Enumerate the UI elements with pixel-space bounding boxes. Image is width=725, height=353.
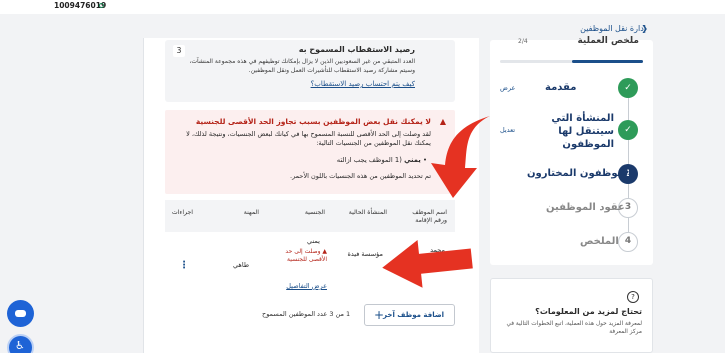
quota-number-badge: 3	[173, 45, 185, 57]
status-dot-icon	[99, 3, 104, 8]
employee-count-text: 1 من 3 عدد الموظفين المسموح	[262, 310, 351, 318]
progress-title: ملخص العملية	[577, 36, 639, 46]
cell-nationality-error: ▲ وصلت إلى حد الأقصى للجنسية	[285, 248, 327, 264]
step-connector	[628, 218, 629, 232]
col-header-establishment: المنشأة الحالية	[348, 209, 387, 216]
question-icon: ?	[627, 291, 639, 303]
quota-title: رصيد الاستقطاب المسموح به	[298, 45, 415, 54]
add-employee-label: اضافة موظف آخر	[383, 311, 444, 319]
step-1-check-icon: ✓	[618, 78, 638, 98]
step-5-number: 4	[618, 232, 638, 252]
page-background-right	[660, 40, 725, 353]
step-1-view-link[interactable]: عرض	[500, 84, 515, 92]
step-connector	[628, 184, 629, 198]
red-arrow-annotation-bottom	[382, 239, 473, 288]
row-actions-menu-icon[interactable]: ⋮	[179, 260, 189, 271]
chat-button[interactable]	[7, 300, 34, 327]
cell-profession: طاهي	[233, 261, 249, 269]
top-bar: 1009476019	[0, 0, 725, 14]
cell-establishment: مؤسسة فيدة	[347, 250, 383, 258]
help-description[interactable]: لمعرفة المزيد حول هذه العملية، اتبع الخط…	[502, 320, 642, 336]
quota-help-link[interactable]: كيف يتم احتساب رصيد الاستقطاب؟	[311, 80, 415, 88]
red-arrow-annotation-top	[431, 116, 490, 198]
chat-icon	[15, 310, 26, 317]
step-connector	[628, 98, 629, 120]
quota-description: العدد المتبقي من غير السعوديين الذين لا …	[189, 58, 415, 74]
step-2-label: المنشأة التي سيتنقل لها الموظفون	[551, 113, 614, 150]
quota-card: 3 رصيد الاستقطاب المسموح به العدد المتبق…	[165, 40, 455, 102]
step-5-label: الملخص	[580, 236, 619, 247]
progress-fill	[571, 60, 643, 63]
help-title: تحتاج لمزيد من المعلومات؟	[535, 307, 642, 316]
col-header-actions: اجراءات	[171, 209, 193, 216]
breadcrumb[interactable]: إدارة نقل الموظفين	[580, 24, 646, 33]
details-link[interactable]: عرض التفاصيل	[286, 282, 327, 290]
alert-description: لقد وصلت إلى الحد الأقصى للنسبة المسموح …	[186, 130, 431, 147]
step-2-check-icon: ✓	[618, 120, 638, 140]
add-employee-button[interactable]: + اضافة موظف آخر	[364, 304, 455, 326]
help-card: ? تحتاج لمزيد من المعلومات؟ لمعرفة المزي…	[490, 278, 653, 353]
cell-nationality: يمني	[307, 237, 320, 245]
step-3-label: الموظفون المختارون	[527, 168, 632, 179]
progress-count: 2/4	[518, 38, 528, 45]
step-connector	[628, 140, 629, 164]
col-header-nationality: الجنسية	[304, 209, 325, 216]
bullet-rest: (1 الموظف يجب ازالته	[336, 156, 402, 164]
error-warning-icon: ▲	[320, 248, 327, 255]
step-4-label: عقود الموظفين	[546, 202, 625, 213]
col-header-profession: المهنة	[243, 209, 259, 216]
col-header-name: اسم الموظف ورقم الإقامة	[412, 209, 447, 224]
accessibility-icon: ♿	[15, 339, 25, 352]
step-1-label: مقدمة	[545, 82, 577, 93]
